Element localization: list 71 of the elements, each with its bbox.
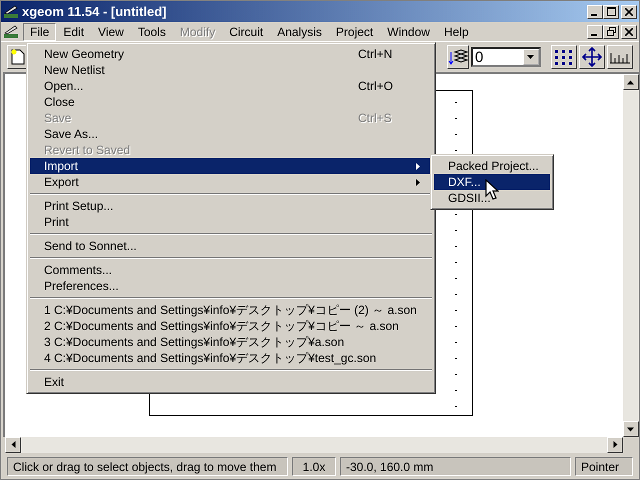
menu-item[interactable]: Close (30, 94, 432, 110)
close-button[interactable] (621, 24, 637, 38)
menu-item[interactable]: Circuit (222, 22, 270, 40)
menu-item[interactable]: Send to Sonnet... (30, 238, 432, 254)
move-icon (582, 47, 602, 67)
restore-icon (606, 27, 616, 36)
menu-item[interactable]: 1 C:¥Documents and Settings¥info¥デスクトップ¥コピー (2) ～ a.son (30, 302, 432, 318)
scroll-up-button[interactable] (623, 74, 639, 90)
menu-item[interactable]: Export (30, 174, 432, 190)
menu-item[interactable]: Tools (130, 22, 173, 40)
menu-item[interactable]: Window (380, 22, 437, 40)
menu-item[interactable]: Import (30, 158, 432, 174)
caret-icon (527, 55, 535, 59)
menu-item[interactable]: File (23, 22, 56, 40)
status-text: -30.0, 160.0 mm (340, 456, 571, 476)
new-document-icon (11, 49, 25, 65)
app-icon (3, 4, 19, 20)
right-arrow-icon (612, 441, 618, 449)
restore-button[interactable] (603, 24, 619, 38)
minimize-icon (591, 14, 597, 16)
menu-item[interactable]: New Netlist (30, 62, 432, 78)
maximize-button[interactable] (603, 4, 619, 18)
window-title: xgeom 11.54 - [untitled] (22, 4, 168, 19)
grid-icon (554, 49, 574, 65)
menu-item[interactable]: 3 C:¥Documents and Settings¥info¥デスクトップ¥a.son (30, 334, 432, 350)
menu-item[interactable]: Print (30, 214, 432, 230)
menu-item[interactable]: 4 C:¥Documents and Settings¥info¥デスクトップ¥test_gc.son (30, 350, 432, 366)
menu-item[interactable]: Help (436, 22, 476, 40)
minimize-button[interactable] (587, 4, 603, 18)
menu-item[interactable]: Preferences... (30, 278, 432, 294)
menu-item[interactable]: View (91, 22, 131, 40)
menu-item[interactable]: Print Setup... (30, 198, 432, 214)
down-arrow-icon (627, 426, 635, 432)
scroll-left-button[interactable] (5, 437, 21, 453)
level-combo[interactable]: 0 (471, 47, 541, 67)
minimize-button[interactable] (587, 24, 603, 38)
vertical-scrollbar[interactable] (623, 74, 639, 437)
menu-item[interactable]: Edit (56, 22, 92, 40)
menu-item[interactable]: Packed Project... (434, 158, 550, 174)
ruler-button[interactable] (607, 45, 633, 69)
menu-item[interactable]: Open... Ctrl+O (30, 78, 432, 94)
close-button[interactable] (621, 4, 637, 18)
menu-item[interactable]: GDSII... (434, 190, 550, 206)
status-text: 1.0x (292, 456, 336, 476)
status-text: Pointer (575, 456, 633, 476)
move-button[interactable] (579, 45, 605, 69)
up-arrow-icon (627, 80, 635, 84)
left-arrow-icon (10, 441, 16, 449)
menu-item[interactable]: Project (328, 22, 380, 40)
close-icon (625, 28, 633, 36)
minimize-icon (591, 34, 597, 36)
maximize-icon (606, 7, 616, 16)
layers-button[interactable] (447, 45, 469, 69)
menu-item[interactable]: Comments... (30, 262, 432, 278)
menu-item[interactable]: Save As... (30, 126, 432, 142)
menu-item[interactable]: Analysis (270, 22, 329, 40)
document-icon[interactable] (3, 24, 21, 40)
scroll-right-button[interactable] (607, 437, 623, 453)
status-text: Click or drag to select objects, drag to move them (7, 456, 288, 476)
submenu-arrow-icon (416, 178, 420, 186)
menu-item[interactable]: DXF... (434, 174, 550, 190)
grid-button[interactable] (551, 45, 577, 69)
close-icon (625, 8, 633, 16)
ruler-icon (609, 50, 631, 64)
menu-item[interactable]: Exit (30, 374, 432, 390)
dropdown-button[interactable] (523, 49, 539, 65)
menu-item[interactable]: 2 C:¥Documents and Settings¥info¥デスクトップ¥コピー ～ a.son (30, 318, 432, 334)
scroll-down-button[interactable] (623, 421, 639, 437)
menu-item[interactable]: New Geometry Ctrl+N (30, 46, 432, 62)
submenu-arrow-icon (416, 162, 420, 170)
layers-icon (448, 48, 468, 66)
